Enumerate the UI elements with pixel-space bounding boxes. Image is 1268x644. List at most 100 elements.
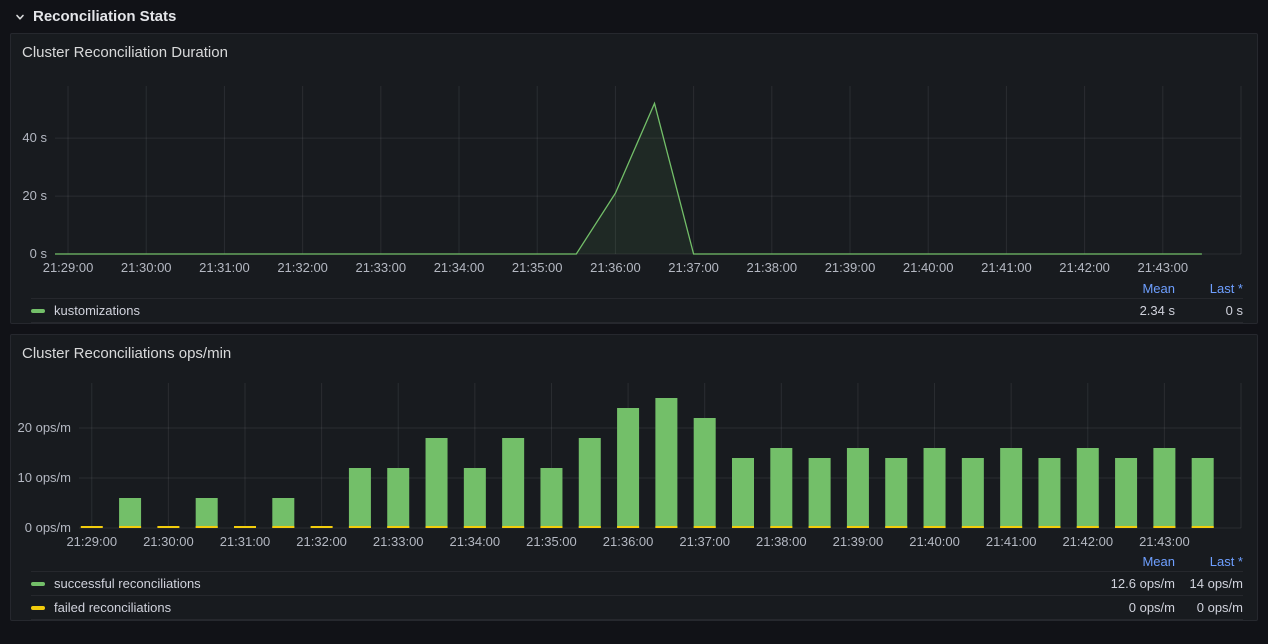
bar-successful-reconciliations[interactable] (924, 448, 946, 528)
y-axis-tick-label: 0 ops/m (25, 520, 71, 535)
x-axis-tick-label: 21:37:00 (679, 534, 730, 549)
bar-failed-reconciliations[interactable] (1115, 526, 1137, 528)
bar-successful-reconciliations[interactable] (464, 468, 486, 528)
bar-failed-reconciliations[interactable] (157, 526, 179, 528)
bar-successful-reconciliations[interactable] (1038, 458, 1060, 528)
bar-failed-reconciliations[interactable] (464, 526, 486, 528)
bar-successful-reconciliations[interactable] (617, 408, 639, 528)
y-axis-tick-label: 0 s (30, 246, 48, 261)
series-color-marker[interactable] (31, 582, 45, 586)
bar-successful-reconciliations[interactable] (655, 398, 677, 528)
legend-row: kustomizations 2.34 s 0 s (31, 299, 1243, 323)
legend-col-mean[interactable]: Mean (1055, 554, 1175, 569)
bar-failed-reconciliations[interactable] (234, 526, 256, 528)
panel-cluster-reconciliation-duration: Cluster Reconciliation Duration 0 s20 s4… (10, 33, 1258, 324)
legend-col-last[interactable]: Last * (1175, 554, 1243, 569)
x-axis-tick-label: 21:41:00 (981, 260, 1032, 275)
panel-header: Cluster Reconciliations ops/min (11, 335, 1257, 371)
bar-failed-reconciliations[interactable] (1153, 526, 1175, 528)
bar-failed-reconciliations[interactable] (196, 526, 218, 528)
row-collapse-toggle[interactable]: Reconciliation Stats (10, 0, 1258, 33)
bar-failed-reconciliations[interactable] (81, 526, 103, 528)
bar-successful-reconciliations[interactable] (1153, 448, 1175, 528)
bar-failed-reconciliations[interactable] (311, 526, 333, 528)
bar-failed-reconciliations[interactable] (1192, 526, 1214, 528)
bar-failed-reconciliations[interactable] (770, 526, 792, 528)
legend-row: successful reconciliations 12.6 ops/m 14… (31, 572, 1243, 596)
bar-failed-reconciliations[interactable] (732, 526, 754, 528)
bar-failed-reconciliations[interactable] (694, 526, 716, 528)
y-axis-tick-label: 20 s (22, 188, 47, 203)
bar-successful-reconciliations[interactable] (1115, 458, 1137, 528)
bar-failed-reconciliations[interactable] (617, 526, 639, 528)
dashboard-page: Reconciliation Stats Cluster Reconciliat… (0, 0, 1268, 641)
legend-series-name[interactable]: kustomizations (54, 303, 1055, 318)
x-axis-tick-label: 21:36:00 (590, 260, 641, 275)
ops-chart-area: 0 ops/m10 ops/m20 ops/m21:29:0021:30:002… (11, 371, 1257, 551)
bar-successful-reconciliations[interactable] (426, 438, 448, 528)
bar-failed-reconciliations[interactable] (502, 526, 524, 528)
x-axis-tick-label: 21:29:00 (66, 534, 117, 549)
bar-failed-reconciliations[interactable] (847, 526, 869, 528)
x-axis-tick-label: 21:33:00 (373, 534, 424, 549)
panel-title[interactable]: Cluster Reconciliation Duration (22, 44, 228, 61)
bar-successful-reconciliations[interactable] (694, 418, 716, 528)
x-axis-tick-label: 21:43:00 (1137, 260, 1188, 275)
bar-successful-reconciliations[interactable] (540, 468, 562, 528)
x-axis-tick-label: 21:40:00 (909, 534, 960, 549)
x-axis-tick-label: 21:42:00 (1062, 534, 1113, 549)
bar-successful-reconciliations[interactable] (502, 438, 524, 528)
bar-failed-reconciliations[interactable] (387, 526, 409, 528)
bar-successful-reconciliations[interactable] (1000, 448, 1022, 528)
x-axis-tick-label: 21:39:00 (825, 260, 876, 275)
bar-successful-reconciliations[interactable] (119, 498, 141, 528)
ops-bar-chart[interactable]: 0 ops/m10 ops/m20 ops/m21:29:0021:30:002… (11, 371, 1257, 551)
x-axis-tick-label: 21:38:00 (747, 260, 798, 275)
x-axis-tick-label: 21:42:00 (1059, 260, 1110, 275)
series-color-marker[interactable] (31, 606, 45, 610)
bar-successful-reconciliations[interactable] (962, 458, 984, 528)
bar-failed-reconciliations[interactable] (885, 526, 907, 528)
panel-title[interactable]: Cluster Reconciliations ops/min (22, 345, 231, 362)
bar-failed-reconciliations[interactable] (962, 526, 984, 528)
bar-successful-reconciliations[interactable] (885, 458, 907, 528)
bar-failed-reconciliations[interactable] (924, 526, 946, 528)
bar-successful-reconciliations[interactable] (387, 468, 409, 528)
bar-successful-reconciliations[interactable] (349, 468, 371, 528)
bar-failed-reconciliations[interactable] (272, 526, 294, 528)
bar-failed-reconciliations[interactable] (119, 526, 141, 528)
series-color-marker[interactable] (31, 309, 45, 313)
legend-mean-value: 2.34 s (1055, 303, 1175, 318)
legend-series-name[interactable]: failed reconciliations (54, 600, 1055, 615)
legend-series-name[interactable]: successful reconciliations (54, 576, 1055, 591)
bar-successful-reconciliations[interactable] (809, 458, 831, 528)
bar-failed-reconciliations[interactable] (1077, 526, 1099, 528)
bar-successful-reconciliations[interactable] (847, 448, 869, 528)
bar-successful-reconciliations[interactable] (1077, 448, 1099, 528)
bar-successful-reconciliations[interactable] (732, 458, 754, 528)
duration-timeseries-chart[interactable]: 0 s20 s40 s21:29:0021:30:0021:31:0021:32… (11, 70, 1257, 278)
x-axis-tick-label: 21:43:00 (1139, 534, 1190, 549)
bar-failed-reconciliations[interactable] (1000, 526, 1022, 528)
area-fill-kustomizations (55, 103, 1202, 254)
x-axis-tick-label: 21:35:00 (512, 260, 563, 275)
y-axis-tick-label: 20 ops/m (18, 420, 71, 435)
bar-failed-reconciliations[interactable] (579, 526, 601, 528)
bar-successful-reconciliations[interactable] (770, 448, 792, 528)
bar-failed-reconciliations[interactable] (426, 526, 448, 528)
legend-last-value: 0 s (1175, 303, 1243, 318)
x-axis-tick-label: 21:29:00 (43, 260, 94, 275)
x-axis-tick-label: 21:41:00 (986, 534, 1037, 549)
x-axis-tick-label: 21:30:00 (121, 260, 172, 275)
bar-failed-reconciliations[interactable] (540, 526, 562, 528)
bar-failed-reconciliations[interactable] (655, 526, 677, 528)
bar-failed-reconciliations[interactable] (349, 526, 371, 528)
bar-failed-reconciliations[interactable] (1038, 526, 1060, 528)
legend-col-mean[interactable]: Mean (1055, 281, 1175, 296)
bar-successful-reconciliations[interactable] (272, 498, 294, 528)
legend-col-last[interactable]: Last * (1175, 281, 1243, 296)
bar-failed-reconciliations[interactable] (809, 526, 831, 528)
bar-successful-reconciliations[interactable] (579, 438, 601, 528)
bar-successful-reconciliations[interactable] (196, 498, 218, 528)
bar-successful-reconciliations[interactable] (1192, 458, 1214, 528)
